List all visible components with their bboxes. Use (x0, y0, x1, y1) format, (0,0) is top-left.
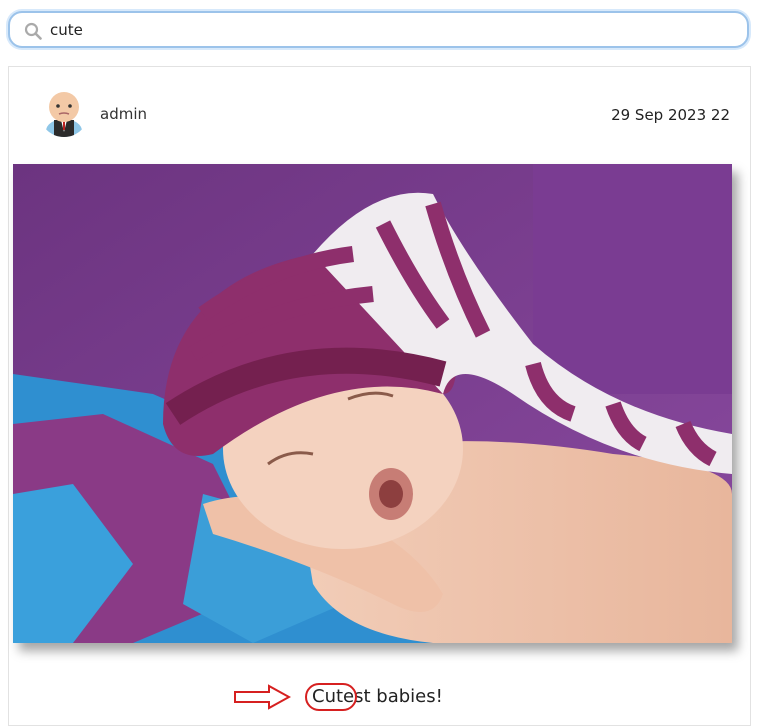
post-image[interactable] (13, 164, 732, 643)
arrow-right-icon (234, 684, 291, 710)
sleeping-baby-photo (13, 164, 732, 643)
highlight-ring (305, 683, 357, 711)
author-name[interactable]: admin (100, 105, 147, 123)
post-date: 29 Sep 2023 22 (611, 106, 730, 124)
post-card: admin 29 Sep 2023 22 Cutest babies! (8, 66, 751, 726)
search-input[interactable] (50, 18, 730, 42)
search-bar[interactable] (8, 11, 749, 48)
avatar[interactable] (39, 87, 89, 137)
search-icon (24, 22, 42, 40)
avatar-image (39, 87, 89, 137)
